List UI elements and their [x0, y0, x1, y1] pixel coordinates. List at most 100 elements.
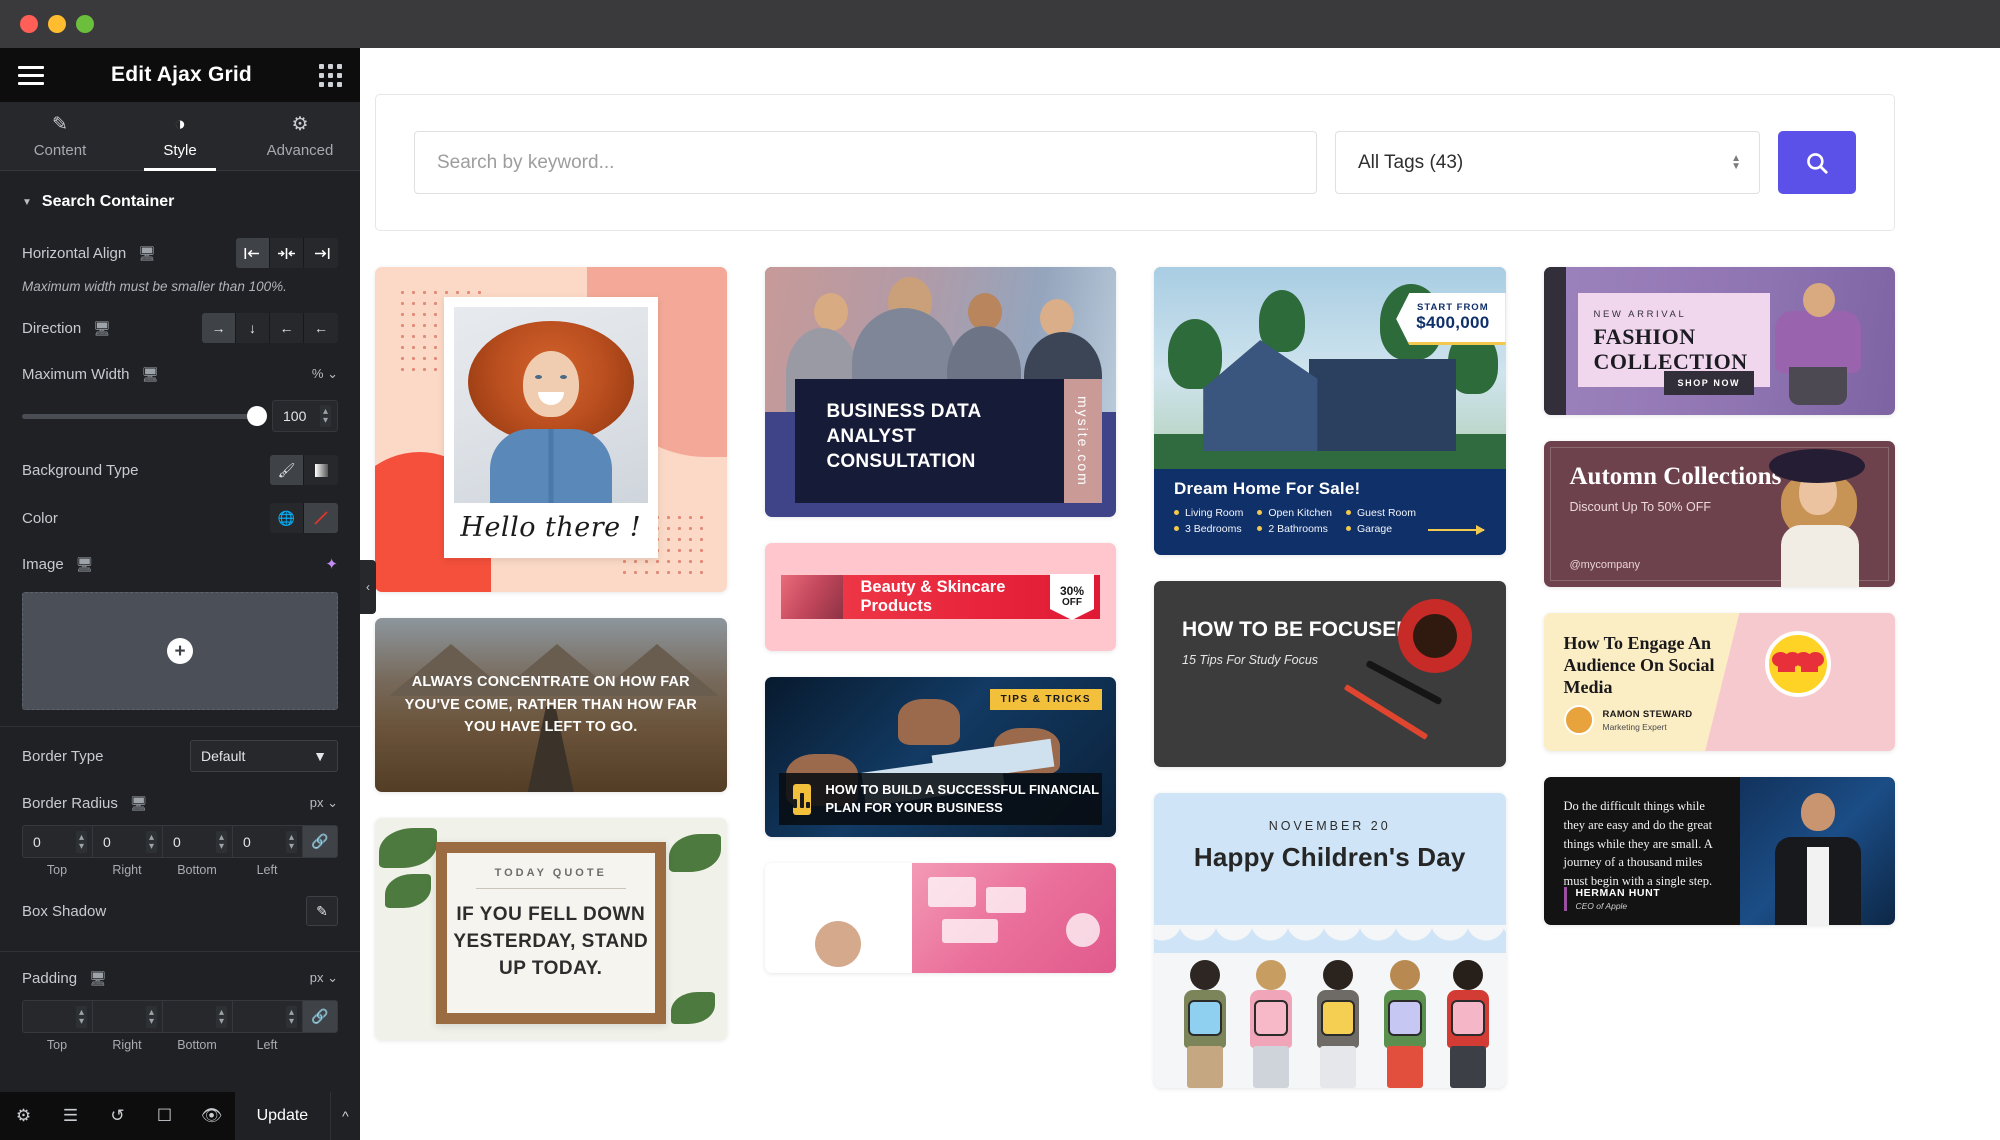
add-image-button[interactable]: +: [167, 638, 193, 664]
tab-style[interactable]: ◑ Style: [120, 102, 240, 170]
desktop-icon[interactable]: 🖥: [130, 795, 148, 812]
maximize-window-button[interactable]: [76, 15, 94, 33]
preview-eye-icon[interactable]: 👁: [188, 1092, 235, 1140]
feature-column: Open Kitchen 2 Bathrooms: [1257, 507, 1332, 535]
stepper-icon[interactable]: ▴ ▾: [285, 1005, 297, 1028]
globe-icon[interactable]: 🌐: [270, 503, 304, 533]
padding-bottom-input[interactable]: ▴ ▾: [162, 1000, 232, 1033]
align-end-button[interactable]: [304, 238, 338, 268]
palette-shape: [1066, 913, 1100, 947]
desktop-icon[interactable]: 🖥: [142, 366, 160, 383]
border-type-select[interactable]: Default ▼: [190, 740, 338, 772]
direction-column-reverse-button[interactable]: ←: [304, 313, 338, 343]
tag-filter-select[interactable]: All Tags (43) ▲ ▼: [1335, 131, 1760, 194]
padding-right-input[interactable]: ▴ ▾: [92, 1000, 162, 1033]
grid-apps-icon[interactable]: [318, 63, 342, 87]
card-footer: Dream Home For Sale! Living Room 3 Bedro…: [1154, 468, 1506, 555]
card-fashion-collection[interactable]: NEW ARRIVAL FASHION COLLECTION SHOP NOW: [1543, 267, 1895, 415]
card-how-to-be-focused[interactable]: HOW TO BE FOCUSED 15 Tips For Study Focu…: [1154, 581, 1506, 767]
quote-overlay: ALWAYS CONCENTRATE ON HOW FAR YOU'VE COM…: [375, 618, 727, 792]
pencil-icon: ✎: [52, 114, 68, 135]
border-radius-bottom-input[interactable]: 0 ▴ ▾: [162, 825, 232, 858]
card-makeup-influencer[interactable]: [764, 863, 1116, 973]
maximum-width-slider[interactable]: [22, 406, 267, 426]
card-financial-plan[interactable]: TIPS & TRICKS HOW TO BUILD A SUCCESSFUL …: [764, 677, 1116, 837]
card-beauty-skincare[interactable]: Beauty & Skincare Products 30% OFF: [764, 543, 1116, 651]
palette-shape: [928, 877, 977, 907]
border-radius-bottom-value: 0: [173, 833, 181, 850]
card-dream-home[interactable]: START FROM $400,000 Dream Home For Sale!…: [1154, 267, 1506, 555]
direction-row-reverse-button[interactable]: ←: [270, 313, 304, 343]
stepper-icon[interactable]: ▴ ▾: [285, 830, 297, 853]
direction-column-button[interactable]: ↓: [236, 313, 270, 343]
stepper-icon[interactable]: ▴ ▾: [145, 830, 157, 853]
border-radius-right-input[interactable]: 0 ▴ ▾: [92, 825, 162, 858]
card-childrens-day[interactable]: NOVEMBER 20 Happy Children's Day: [1154, 793, 1506, 1088]
card-business-data[interactable]: BUSINESS DATA ANALYST CONSULTATION mysit…: [764, 267, 1116, 517]
card-today-quote[interactable]: TODAY QUOTE IF YOU FELL DOWN YESTERDAY, …: [375, 818, 727, 1040]
card-herman-hunt-quote[interactable]: Do the difficult things while they are e…: [1543, 777, 1895, 925]
stepper-icon[interactable]: ▴ ▾: [75, 1005, 87, 1028]
no-color-icon[interactable]: [304, 503, 338, 533]
link-icon[interactable]: 🔗: [302, 1000, 338, 1033]
stepper-icon[interactable]: ▴ ▾: [319, 405, 331, 427]
border-radius-top-input[interactable]: 0 ▴ ▾: [22, 825, 92, 858]
search-submit-button[interactable]: [1778, 131, 1856, 194]
gradient-icon[interactable]: [304, 455, 338, 485]
padding-unit-select[interactable]: px ⌄: [310, 970, 338, 986]
social-handle: @mycompany: [1569, 559, 1640, 571]
padding-top-input[interactable]: ▴ ▾: [22, 1000, 92, 1033]
section-search-container[interactable]: ▼ Search Container: [0, 171, 360, 229]
card-hello-there[interactable]: Hello there !: [375, 267, 727, 592]
border-radius-unit-select[interactable]: px ⌄: [310, 795, 338, 811]
gear-icon[interactable]: ⚙: [0, 1092, 47, 1140]
hamburger-menu-icon[interactable]: [18, 65, 44, 85]
shop-now-button[interactable]: SHOP NOW: [1663, 371, 1755, 395]
responsive-icon[interactable]: ☐: [141, 1092, 188, 1140]
padding-left-input[interactable]: ▴ ▾: [232, 1000, 302, 1033]
shirt-shape: [1806, 847, 1829, 925]
image-dropzone[interactable]: +: [22, 592, 338, 710]
stepper-icon[interactable]: ▴ ▾: [215, 830, 227, 853]
desktop-icon[interactable]: 🖥: [138, 245, 156, 262]
ai-sparkle-icon[interactable]: ✦: [325, 555, 338, 573]
classic-brush-icon[interactable]: 🖌: [270, 455, 304, 485]
search-input[interactable]: Search by keyword...: [414, 131, 1317, 194]
panel-collapse-handle[interactable]: ‹: [360, 560, 376, 614]
stepper-icon[interactable]: ▴ ▾: [215, 1005, 227, 1028]
price-badge-value: $400,000: [1416, 313, 1490, 332]
tab-advanced[interactable]: ⚙ Advanced: [240, 102, 360, 170]
border-radius-left-input[interactable]: 0 ▴ ▾: [232, 825, 302, 858]
desktop-icon[interactable]: 🖥: [76, 556, 94, 573]
direction-label: Direction: [22, 319, 82, 337]
tips-badge: TIPS & TRICKS: [989, 689, 1102, 710]
card-road-quote[interactable]: ALWAYS CONCENTRATE ON HOW FAR YOU'VE COM…: [375, 618, 727, 792]
stepper-icon[interactable]: ▴ ▾: [75, 830, 87, 853]
border-radius-label: Border Radius: [22, 794, 118, 812]
maximum-width-input[interactable]: 100 ▴ ▾: [272, 400, 338, 432]
leaf-shape: [670, 992, 715, 1024]
card-autumn-collections[interactable]: Automn Collections Discount Up To 50% OF…: [1543, 441, 1895, 587]
control-color: Color 🌐: [0, 494, 360, 542]
minimize-window-button[interactable]: [48, 15, 66, 33]
history-icon[interactable]: ↺: [94, 1092, 141, 1140]
preview-canvas: Search by keyword... All Tags (43) ▲ ▼ H…: [360, 48, 2000, 1140]
align-start-button[interactable]: [236, 238, 270, 268]
stepper-icon[interactable]: ▴ ▾: [145, 1005, 157, 1028]
update-button[interactable]: Update: [235, 1092, 330, 1140]
close-window-button[interactable]: [20, 15, 38, 33]
align-center-button[interactable]: [270, 238, 304, 268]
price-badge: START FROM $400,000: [1396, 293, 1506, 345]
tab-content[interactable]: ✎ Content: [0, 102, 120, 170]
layers-icon[interactable]: ☰: [47, 1092, 94, 1140]
box-shadow-label: Box Shadow: [22, 902, 107, 920]
direction-row-button[interactable]: →: [202, 313, 236, 343]
maximum-width-unit-select[interactable]: % ⌄: [312, 366, 338, 382]
update-options-caret-icon[interactable]: ^: [329, 1092, 360, 1140]
desktop-icon[interactable]: 🖥: [93, 320, 111, 337]
slider-knob[interactable]: [247, 406, 267, 426]
pencil-edit-icon[interactable]: ✎: [306, 896, 338, 926]
desktop-icon[interactable]: 🖥: [89, 970, 107, 987]
link-icon[interactable]: 🔗: [302, 825, 338, 858]
card-social-media[interactable]: How To Engage An Audience On Social Medi…: [1543, 613, 1895, 751]
